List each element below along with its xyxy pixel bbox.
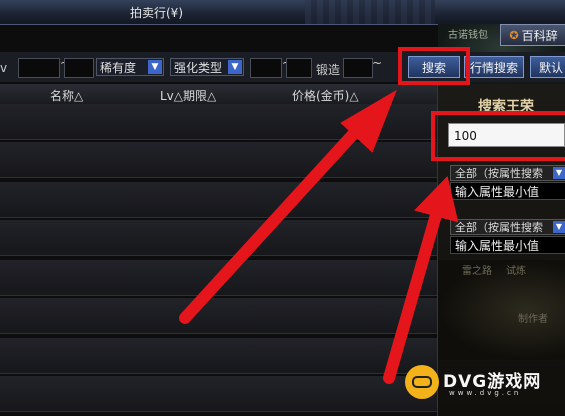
site-watermark: DVG游戏网 www.dvg.cn <box>405 363 565 403</box>
gamepad-icon <box>405 365 439 399</box>
arrow-shaft-2 <box>383 202 444 384</box>
annotation-arrows <box>179 89 459 384</box>
arrow-head-2 <box>414 175 459 223</box>
watermark-url: www.dvg.cn <box>449 389 522 397</box>
arrow-shaft-1 <box>179 112 374 324</box>
